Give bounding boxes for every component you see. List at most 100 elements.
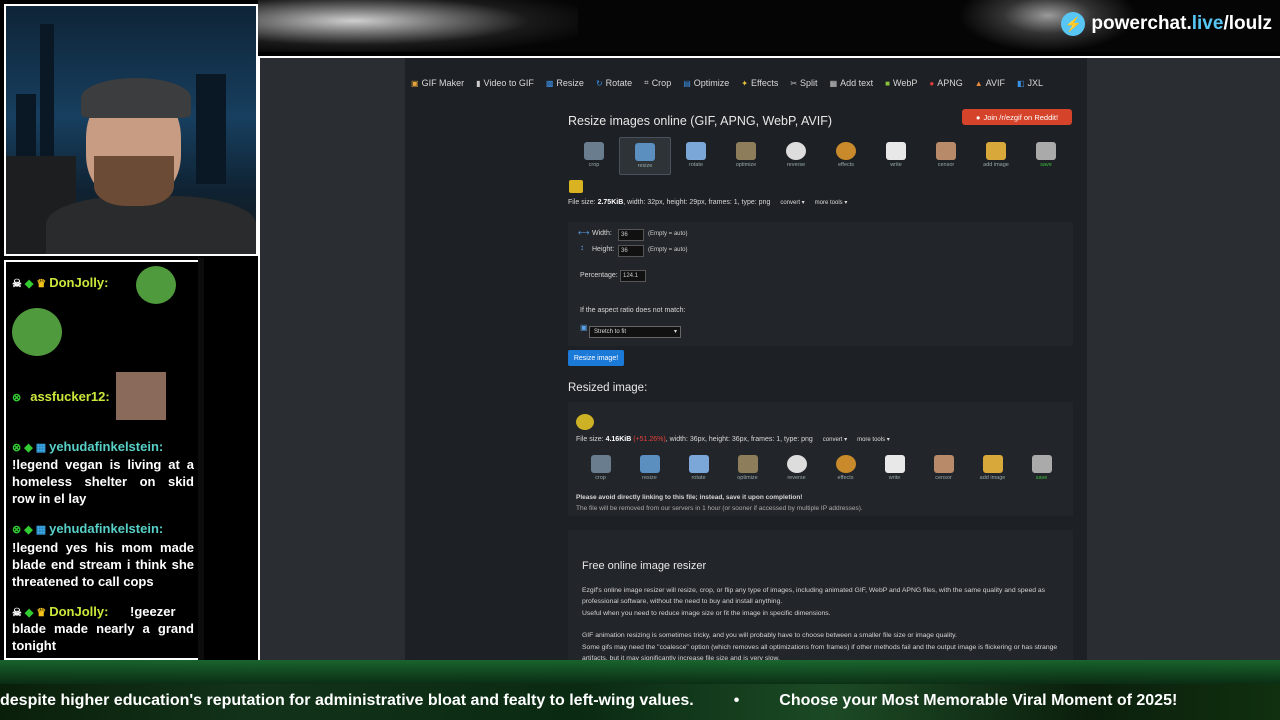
top-nav: ▣ GIF Maker ▮ Video to GIF ▩ Resize ↻ Rotate… bbox=[405, 72, 1087, 94]
nav-avif[interactable]: ▲ AVIF bbox=[969, 72, 1011, 94]
chat-panel: ☠ ◆ ♛ DonJolly: ⊗ assfucker12: ⊗ ◆ ▦ yehudafink… bbox=[4, 260, 202, 660]
source-file-info: File size: 2.75KiB, width: 32px, height:… bbox=[568, 199, 848, 206]
brand-logo: ⚡ powerchat.live/loulz bbox=[1061, 12, 1272, 36]
ticker-headline: despite higher education's reputation fo… bbox=[0, 692, 694, 709]
page-title: Resize images online (GIF, APNG, WebP, A… bbox=[568, 114, 832, 128]
crop-icon bbox=[584, 142, 604, 160]
reddit-icon: ● bbox=[975, 112, 981, 122]
add-text-icon: ▦ bbox=[829, 78, 838, 88]
convert-dropdown[interactable]: convert ▾ bbox=[823, 437, 847, 443]
effects-icon: ✦ bbox=[741, 78, 748, 88]
chat-message-header: ⊗ ◆ ▦ yehudafinkelstein: bbox=[12, 438, 163, 457]
info-heading: Free online image resizer bbox=[582, 560, 707, 572]
chat-username: yehudafinkelstein: bbox=[49, 439, 164, 454]
info-paragraph: Ezgif's online image resizer will resize… bbox=[582, 587, 1046, 605]
tool-optimize[interactable]: optimize bbox=[723, 450, 772, 486]
nav-effects[interactable]: ✦ Effects bbox=[735, 72, 784, 94]
info-section: Free online image resizer Ezgif's online… bbox=[568, 530, 1073, 662]
tool-optimize[interactable]: optimize bbox=[721, 137, 771, 173]
percentage-input[interactable]: 124.1 bbox=[620, 270, 646, 282]
tool-censor[interactable]: censor bbox=[919, 450, 968, 486]
tool-resize[interactable]: resize bbox=[619, 137, 671, 175]
tool-rotate[interactable]: rotate bbox=[674, 450, 723, 486]
add-image-icon bbox=[986, 142, 1006, 160]
crop-icon bbox=[590, 455, 611, 473]
stream-banner: ⚡ powerchat.live/loulz bbox=[258, 0, 1280, 52]
nav-apng[interactable]: ● APNG bbox=[923, 72, 968, 94]
tool-toolbar: crop resize rotate optimize reverse effe… bbox=[569, 137, 1071, 175]
height-input[interactable]: 36 bbox=[618, 245, 644, 257]
nav-optimize[interactable]: ▤ Optimize bbox=[677, 72, 735, 94]
tool-write[interactable]: write bbox=[871, 137, 921, 173]
chat-message-header: ⊗ assfucker12: bbox=[12, 388, 110, 407]
effects-icon bbox=[835, 455, 856, 473]
rotate-icon bbox=[688, 455, 709, 473]
width-hint: (Empty = auto) bbox=[648, 231, 688, 237]
reddit-join-button[interactable]: ● Join /r/ezgif on Reddit! bbox=[962, 109, 1072, 125]
resize-form: ⟷ Width: 36 (Empty = auto) ↕ Height: 36 … bbox=[568, 222, 1073, 346]
tool-censor[interactable]: censor bbox=[921, 137, 971, 173]
resize-icon bbox=[639, 455, 660, 473]
censor-icon bbox=[933, 455, 954, 473]
diamond-badge-icon: ◆ bbox=[24, 278, 34, 290]
ezgif-page: ▣ GIF Maker ▮ Video to GIF ▩ Resize ↻ Rotate… bbox=[405, 58, 1087, 662]
resized-image-heading: Resized image: bbox=[568, 382, 648, 394]
ticker-splash-graphic bbox=[0, 660, 1280, 684]
tool-reverse[interactable]: reverse bbox=[772, 450, 821, 486]
more-tools-dropdown[interactable]: more tools ▾ bbox=[857, 437, 890, 443]
tool-effects[interactable]: effects bbox=[821, 137, 871, 173]
crop-icon: ⌗ bbox=[644, 78, 649, 87]
chat-username: assfucker12: bbox=[30, 389, 110, 404]
tool-save[interactable]: save bbox=[1021, 137, 1071, 173]
skull-badge-icon: ☠ bbox=[12, 278, 22, 290]
chat-message-text: !geezer blade made nearly a grand tonigh… bbox=[12, 604, 194, 653]
resize-image-button[interactable]: Resize image! bbox=[568, 350, 624, 366]
divider bbox=[198, 258, 204, 660]
tool-add-image[interactable]: add image bbox=[968, 450, 1017, 486]
tool-save[interactable]: save bbox=[1017, 450, 1066, 486]
tool-rotate[interactable]: rotate bbox=[671, 137, 721, 173]
nav-video-to-gif[interactable]: ▮ Video to GIF bbox=[470, 72, 540, 94]
link-warning: Please avoid directly linking to this fi… bbox=[576, 494, 803, 501]
nav-gif-maker[interactable]: ▣ GIF Maker bbox=[405, 72, 470, 94]
width-input[interactable]: 36 bbox=[618, 229, 644, 241]
aspect-ratio-select[interactable]: Stretch to fit ▾ bbox=[589, 326, 681, 338]
save-icon bbox=[1036, 142, 1056, 160]
tool-add-image[interactable]: add image bbox=[971, 137, 1021, 173]
reverse-icon bbox=[786, 455, 807, 473]
nav-jxl[interactable]: ◧ JXL bbox=[1011, 72, 1049, 94]
height-hint: (Empty = auto) bbox=[648, 247, 688, 253]
nav-crop[interactable]: ⌗ Crop bbox=[638, 72, 677, 94]
tool-crop[interactable]: crop bbox=[576, 450, 625, 486]
pepe-emote bbox=[136, 266, 176, 304]
tool-reverse[interactable]: reverse bbox=[771, 137, 821, 173]
tool-write[interactable]: write bbox=[870, 450, 919, 486]
tool-effects[interactable]: effects bbox=[821, 450, 870, 486]
news-ticker: despite higher education's reputation fo… bbox=[0, 660, 1280, 720]
apng-icon: ● bbox=[929, 78, 935, 88]
info-paragraph: Useful when you need to reduce image siz… bbox=[582, 610, 831, 617]
optimize-icon bbox=[737, 455, 758, 473]
tool-resize[interactable]: resize bbox=[625, 450, 674, 486]
chat-username: DonJolly: bbox=[49, 275, 109, 290]
skyline-building bbox=[196, 74, 226, 184]
nav-rotate[interactable]: ↻ Rotate bbox=[590, 72, 638, 94]
height-label: Height: bbox=[592, 246, 615, 253]
crown-badge-icon: ♛ bbox=[36, 278, 47, 290]
reverse-icon bbox=[786, 142, 806, 160]
nav-add-text[interactable]: ▦ Add text bbox=[824, 72, 880, 94]
effects-icon bbox=[836, 142, 856, 160]
tool-crop[interactable]: crop bbox=[569, 137, 619, 173]
width-label: Width: bbox=[592, 230, 612, 237]
nav-split[interactable]: ✂ Split bbox=[784, 72, 823, 94]
rotate-icon bbox=[686, 142, 706, 160]
result-file-info: File size: 4.16KiB (+51.26%), width: 36p… bbox=[576, 436, 890, 443]
nav-webp[interactable]: ■ WebP bbox=[879, 72, 923, 94]
more-tools-dropdown[interactable]: more tools ▾ bbox=[815, 200, 848, 206]
nav-resize[interactable]: ▩ Resize bbox=[540, 72, 590, 94]
width-arrow-icon: ⟷ bbox=[578, 228, 590, 237]
percentage-label: Percentage: bbox=[580, 272, 618, 279]
result-panel: File size: 4.16KiB (+51.26%), width: 36p… bbox=[568, 402, 1073, 516]
streamer-beard bbox=[94, 156, 174, 206]
convert-dropdown[interactable]: convert ▾ bbox=[780, 200, 804, 206]
